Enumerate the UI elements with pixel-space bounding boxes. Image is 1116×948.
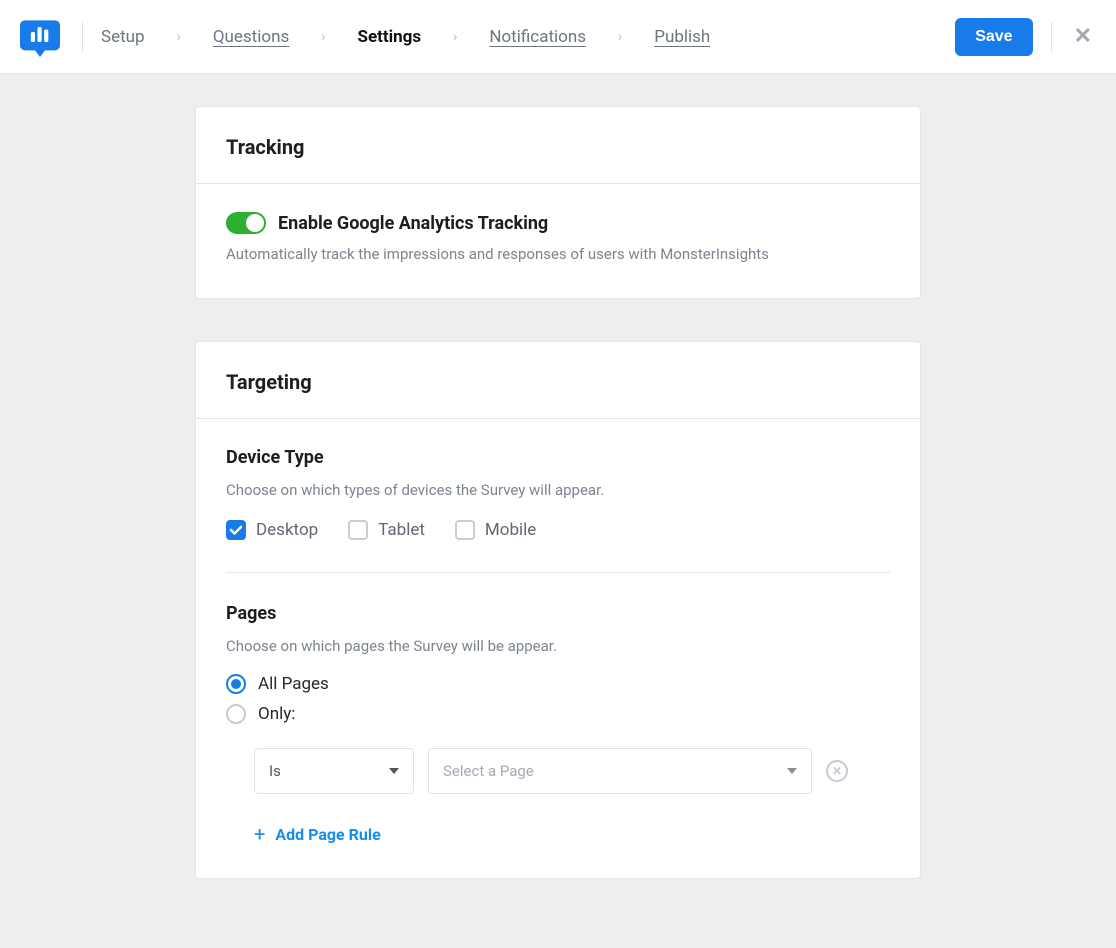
- breadcrumb: Setup › Questions › Settings › Notificat…: [101, 27, 710, 47]
- pages-radio-all-label: All Pages: [258, 674, 329, 694]
- content-area: Tracking Enable Google Analytics Trackin…: [195, 106, 921, 879]
- add-page-rule-label: Add Page Rule: [275, 825, 380, 844]
- device-mobile-checkbox[interactable]: Mobile: [455, 520, 536, 540]
- chevron-right-icon: ›: [321, 29, 325, 45]
- device-tablet-checkbox[interactable]: Tablet: [348, 520, 425, 540]
- checkbox-icon: [455, 520, 475, 540]
- close-icon[interactable]: ✕: [1070, 20, 1096, 53]
- tracking-toggle-label: Enable Google Analytics Tracking: [278, 213, 548, 234]
- remove-rule-button[interactable]: ✕: [826, 760, 848, 782]
- app-logo: [16, 13, 64, 61]
- header-bar: Setup › Questions › Settings › Notificat…: [0, 0, 1116, 74]
- add-page-rule-button[interactable]: + Add Page Rule: [254, 822, 890, 846]
- pages-title: Pages: [226, 603, 890, 624]
- crumb-publish[interactable]: Publish: [654, 27, 710, 47]
- pages-section: Pages Choose on which pages the Survey w…: [226, 603, 890, 846]
- crumb-setup[interactable]: Setup: [101, 27, 145, 47]
- pages-radio-all[interactable]: All Pages: [226, 674, 890, 694]
- crumb-settings[interactable]: Settings: [357, 27, 421, 47]
- device-type-title: Device Type: [226, 447, 890, 468]
- plus-icon: +: [254, 822, 265, 846]
- radio-icon: [226, 674, 246, 694]
- rule-operator-select[interactable]: Is: [254, 748, 414, 794]
- chevron-right-icon: ›: [177, 29, 181, 45]
- device-type-description: Choose on which types of devices the Sur…: [226, 478, 890, 502]
- crumb-notifications[interactable]: Notifications: [489, 27, 586, 47]
- tracking-card-title: Tracking: [196, 107, 920, 184]
- device-type-section: Device Type Choose on which types of dev…: [226, 447, 890, 568]
- section-separator: [226, 572, 890, 573]
- rule-page-placeholder: Select a Page: [443, 762, 534, 780]
- pages-radio-only[interactable]: Only:: [226, 704, 890, 724]
- targeting-card-title: Targeting: [196, 342, 920, 419]
- save-button[interactable]: Save: [955, 18, 1032, 56]
- page-rule-row: Is Select a Page ✕: [254, 748, 890, 794]
- device-desktop-label: Desktop: [256, 520, 318, 540]
- tracking-toggle[interactable]: [226, 212, 266, 234]
- device-desktop-checkbox[interactable]: Desktop: [226, 520, 318, 540]
- chevron-right-icon: ›: [618, 29, 622, 45]
- rule-page-select[interactable]: Select a Page: [428, 748, 812, 794]
- chevron-right-icon: ›: [453, 29, 457, 45]
- radio-icon: [226, 704, 246, 724]
- crumb-questions[interactable]: Questions: [213, 27, 289, 47]
- device-mobile-label: Mobile: [485, 520, 536, 540]
- caret-down-icon: [389, 768, 399, 774]
- rule-operator-value: Is: [269, 762, 281, 780]
- tracking-description: Automatically track the impressions and …: [226, 242, 890, 266]
- pages-description: Choose on which pages the Survey will be…: [226, 634, 890, 658]
- device-tablet-label: Tablet: [378, 520, 425, 540]
- caret-down-icon: [787, 768, 797, 774]
- checkbox-icon: [348, 520, 368, 540]
- header-separator: [1051, 22, 1052, 52]
- targeting-card: Targeting Device Type Choose on which ty…: [195, 341, 921, 879]
- pages-radio-only-label: Only:: [258, 704, 295, 724]
- tracking-card: Tracking Enable Google Analytics Trackin…: [195, 106, 921, 299]
- checkbox-icon: [226, 520, 246, 540]
- header-separator: [82, 22, 83, 52]
